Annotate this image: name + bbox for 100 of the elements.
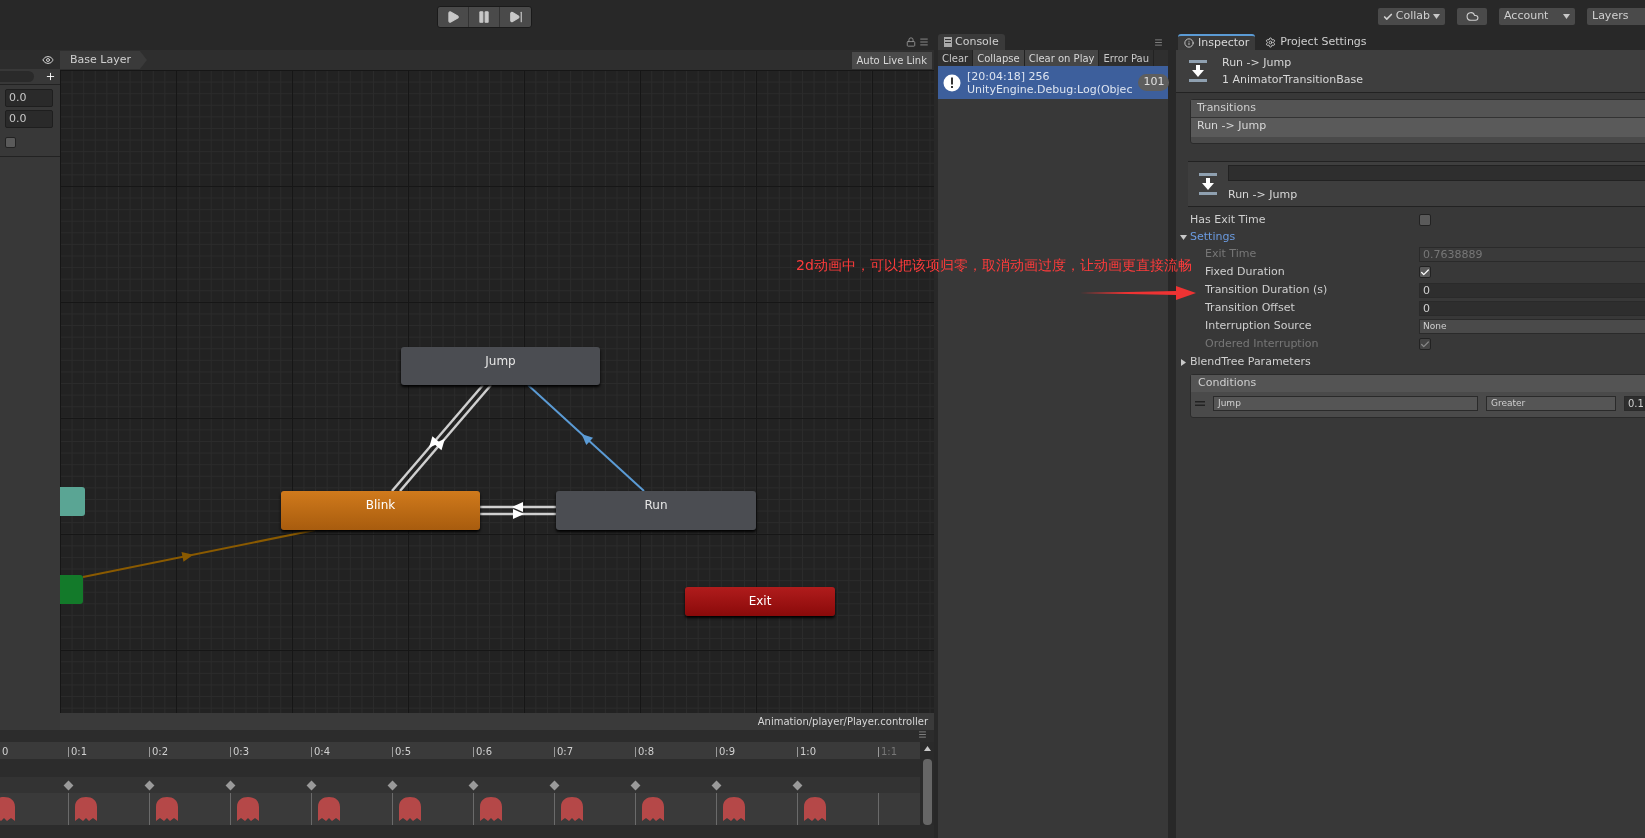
field-label: Transition Offset xyxy=(1205,299,1296,316)
list-header: Transitions xyxy=(1191,100,1645,117)
list-header: Conditions xyxy=(1191,375,1645,392)
blendtree-foldout[interactable]: BlendTree Parameters xyxy=(1180,353,1645,371)
keyframe-icon[interactable] xyxy=(387,780,398,790)
layers-dropdown[interactable]: Layers xyxy=(1587,8,1645,25)
character-sprite-icon xyxy=(153,795,181,823)
character-sprite-icon xyxy=(477,795,505,823)
mode-dropdown[interactable]: Greater xyxy=(1486,395,1616,411)
console-toolbar-button[interactable]: Collapse xyxy=(973,50,1025,66)
check-icon xyxy=(1420,266,1430,278)
inspector-tab[interactable]: Project Settings xyxy=(1259,34,1373,50)
character-sprite-icon xyxy=(720,795,748,823)
time-tick-label: 0:7 xyxy=(556,747,574,757)
menu-icon[interactable] xyxy=(917,730,928,739)
menu-icon[interactable] xyxy=(1153,38,1164,47)
time-tick-label: 0:3 xyxy=(232,747,250,757)
auto-live-link-button[interactable]: Auto Live Link xyxy=(851,51,932,69)
transition-icon xyxy=(1198,172,1218,196)
time-tick-label: 0:4 xyxy=(313,747,331,757)
time-tick-label: 0:5 xyxy=(394,747,412,757)
dropdown[interactable]: None xyxy=(1419,318,1645,334)
character-sprite-icon xyxy=(234,795,262,823)
collab-button[interactable]: Collab xyxy=(1377,8,1445,25)
check-icon xyxy=(1382,11,1393,22)
menu-icon[interactable] xyxy=(918,36,930,47)
console-toolbar-button[interactable]: Clear on Play xyxy=(1024,50,1100,66)
pause-icon xyxy=(477,9,491,24)
console-tab[interactable]: Console xyxy=(938,34,1005,50)
character-sprite-icon xyxy=(72,795,100,823)
field-label: Fixed Duration xyxy=(1205,263,1286,280)
keyframe-icon[interactable] xyxy=(549,780,560,790)
breadcrumb[interactable]: Base Layer xyxy=(60,51,147,69)
parameter-field[interactable]: 0.0 xyxy=(5,89,53,107)
state-node[interactable]: Run xyxy=(556,491,756,530)
time-tick-label: 0:2 xyxy=(151,747,169,757)
controller-path: Animation/player/Player.controller xyxy=(757,715,928,729)
checkbox[interactable] xyxy=(1419,266,1431,278)
character-sprite-icon xyxy=(315,795,343,823)
checkbox[interactable] xyxy=(1419,214,1431,226)
list-item[interactable]: Run -> Jump xyxy=(1191,117,1645,137)
transition-arrow[interactable] xyxy=(480,502,556,519)
parameter-checkbox[interactable] xyxy=(5,137,16,148)
transition-icon xyxy=(1188,59,1208,83)
account-dropdown[interactable]: Account xyxy=(1499,8,1575,25)
keyframe-icon[interactable] xyxy=(630,780,641,790)
log-count: 101 xyxy=(1138,74,1170,91)
cloud-button[interactable] xyxy=(1457,8,1487,25)
entry-node[interactable] xyxy=(60,575,83,604)
keyframe-icon[interactable] xyxy=(144,780,155,790)
keyframe-icon[interactable] xyxy=(63,780,74,790)
field-label: Interruption Source xyxy=(1205,317,1313,334)
caret-icon xyxy=(1563,14,1570,19)
cloud-icon xyxy=(1465,10,1479,23)
eye-icon[interactable] xyxy=(42,53,54,66)
lock-icon[interactable] xyxy=(906,36,916,47)
annotation-text: 2d动画中，可以把该项归零，取消动画过度，让动画更直接流畅 xyxy=(796,256,1192,275)
parameter-field[interactable]: 0.0 xyxy=(5,110,53,128)
drag-handle-icon[interactable] xyxy=(1195,400,1205,406)
step-icon xyxy=(508,9,523,24)
console-icon xyxy=(944,37,952,47)
log-entry[interactable]: [20:04:18] 256 UnityEngine.Debug:Log(Objec 101 xyxy=(938,66,1168,99)
field-label: Ordered Interruption xyxy=(1205,335,1320,352)
caret-icon xyxy=(1433,14,1440,19)
inspector-tab[interactable]: Inspector xyxy=(1178,34,1256,50)
play-icon xyxy=(446,9,460,24)
time-tick-label: 1:0 xyxy=(799,747,817,757)
add-icon[interactable] xyxy=(45,71,56,82)
time-tick-label: 1:1 xyxy=(880,747,898,757)
transition-arrow[interactable] xyxy=(391,384,492,492)
threshold-field[interactable]: 0.1 xyxy=(1624,395,1645,411)
settings-foldout[interactable]: Settings xyxy=(1180,229,1645,245)
inspector-title: Run -> Jump xyxy=(1222,55,1293,71)
time-tick-label: 0:9 xyxy=(718,747,736,757)
time-tick-label: 0 xyxy=(1,747,9,757)
keyframe-icon[interactable] xyxy=(306,780,317,790)
character-sprite-icon xyxy=(801,795,829,823)
field-label: Transition Duration (s) xyxy=(1205,281,1329,298)
any-state-node[interactable] xyxy=(60,487,85,516)
field-label: Has Exit Time xyxy=(1190,211,1267,228)
name-field[interactable] xyxy=(1228,164,1645,181)
time-tick-label: 0:8 xyxy=(637,747,655,757)
character-sprite-icon xyxy=(558,795,586,823)
keyframe-icon[interactable] xyxy=(711,780,722,790)
state-node[interactable]: Jump xyxy=(401,347,600,385)
keyframe-icon[interactable] xyxy=(468,780,479,790)
value-field[interactable]: 0 xyxy=(1419,300,1645,316)
caret-icon xyxy=(1180,234,1187,240)
log-text: [20:04:18] 256 xyxy=(967,69,1051,83)
inspector-subtitle: 1 AnimatorTransitionBase xyxy=(1222,72,1364,88)
keyframe-icon[interactable] xyxy=(225,780,236,790)
transition-name: Run -> Jump xyxy=(1228,186,1299,203)
parameter-dropdown[interactable]: Jump xyxy=(1213,395,1478,411)
keyframe-icon[interactable] xyxy=(792,780,803,790)
character-sprite-icon xyxy=(639,795,667,823)
exit-node[interactable]: Exit xyxy=(685,587,835,616)
value-field[interactable]: 0 xyxy=(1419,282,1645,298)
time-tick-label: 0:1 xyxy=(70,747,88,757)
default-state-node[interactable]: Blink xyxy=(281,491,480,530)
caret-icon xyxy=(1181,358,1186,366)
